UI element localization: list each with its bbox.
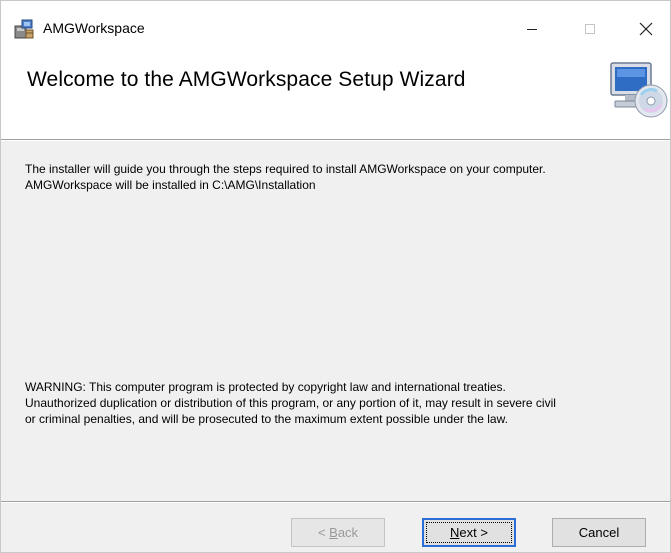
minimize-icon: [526, 23, 538, 35]
next-button[interactable]: Next >: [422, 518, 516, 547]
warning-text-line: Unauthorized duplication or distribution…: [25, 396, 556, 410]
warning-text-line: WARNING: This computer program is protec…: [25, 380, 506, 394]
title-bar[interactable]: AMGWorkspace: [1, 1, 670, 55]
back-button-prefix: <: [317, 525, 330, 540]
maximize-icon: [584, 23, 596, 35]
back-button[interactable]: < Back: [291, 518, 385, 547]
back-button-mnemonic: B: [329, 525, 338, 540]
install-path-text: AMGWorkspace will be installed in C:\AMG…: [25, 178, 316, 192]
footer-divider: [1, 501, 670, 503]
header-divider: [1, 139, 670, 141]
intro-text-line: The installer will guide you through the…: [25, 162, 546, 176]
cancel-button-label: Cancel: [578, 525, 620, 540]
page-title: Welcome to the AMGWorkspace Setup Wizard: [27, 68, 466, 91]
close-button[interactable]: [623, 9, 669, 49]
computer-cd-icon: [607, 61, 669, 119]
setup-wizard-window: AMGWorkspace Welcome to the AMGWorkspace…: [0, 0, 671, 553]
cancel-button[interactable]: Cancel: [552, 518, 646, 547]
close-icon: [639, 22, 653, 36]
back-button-label: ack: [337, 525, 359, 540]
minimize-button[interactable]: [509, 9, 555, 49]
window-title: AMGWorkspace: [43, 20, 145, 36]
maximize-button[interactable]: [567, 9, 613, 49]
header-banner: Welcome to the AMGWorkspace Setup Wizard: [1, 55, 670, 139]
warning-text-line: or criminal penalties, and will be prose…: [25, 412, 508, 426]
focus-rectangle: [426, 522, 512, 543]
installer-icon: [13, 18, 35, 40]
